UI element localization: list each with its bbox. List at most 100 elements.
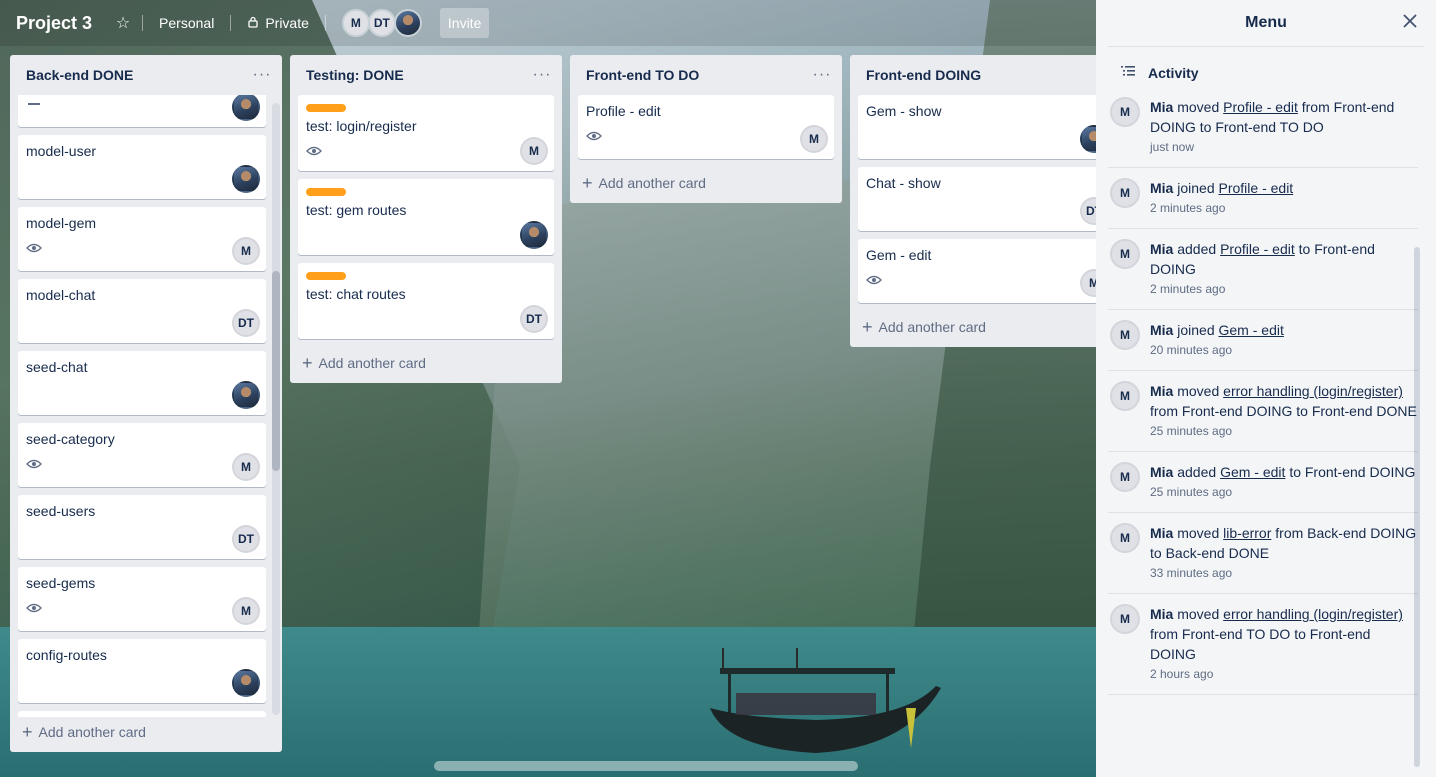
member-avatar[interactable]: M — [341, 9, 370, 37]
card-member-avatar: M — [520, 137, 548, 165]
activity-timestamp[interactable]: 33 minutes ago — [1150, 563, 1418, 583]
card[interactable]: seed-category M — [18, 423, 266, 487]
card[interactable]: Chat - show DT — [858, 167, 1096, 231]
member-avatar[interactable]: DT — [367, 9, 396, 37]
list-menu-icon[interactable]: ··· — [250, 66, 274, 84]
activity-timestamp[interactable]: just now — [1150, 137, 1418, 157]
card-member-avatar: M — [232, 597, 260, 625]
activity-timestamp[interactable]: 20 minutes ago — [1150, 340, 1284, 360]
card[interactable]: Gem - show — [858, 95, 1096, 159]
plus-icon: + — [862, 317, 873, 337]
card-member-avatar — [232, 95, 260, 121]
activity-card-link[interactable]: error handling (login/register) — [1223, 383, 1403, 399]
menu-scrollbar[interactable] — [1414, 247, 1420, 767]
visibility-label: Private — [265, 15, 309, 31]
activity-timestamp[interactable]: 2 hours ago — [1150, 664, 1418, 684]
eye-icon — [306, 146, 322, 163]
list-menu-icon[interactable]: ··· — [810, 66, 834, 84]
card-title: model-gem — [26, 215, 97, 231]
card-title: seed-chat — [26, 359, 88, 375]
add-card-button[interactable]: + Add another card — [850, 311, 1096, 347]
card[interactable]: test: login/register M — [298, 95, 554, 171]
activity-timestamp[interactable]: 2 minutes ago — [1150, 198, 1293, 218]
activity-timestamp[interactable]: 25 minutes ago — [1150, 482, 1415, 502]
invite-button[interactable]: Invite — [439, 8, 490, 38]
workspace-button[interactable]: Personal — [151, 9, 222, 37]
card[interactable]: test: chat routes DT — [298, 263, 554, 339]
activity-card-link[interactable]: Profile - edit — [1220, 241, 1295, 257]
activity-item: M Mia moved error handling (login/regist… — [1108, 594, 1418, 695]
card-member-avatar: DT — [232, 309, 260, 337]
card[interactable]: model-chat DT — [18, 279, 266, 343]
activity-user[interactable]: Mia — [1150, 322, 1173, 338]
activity-timestamp[interactable]: 2 minutes ago — [1150, 279, 1418, 299]
visibility-button[interactable]: Private — [239, 9, 317, 37]
list-scrollbar-thumb[interactable] — [272, 271, 280, 471]
card-member-avatar — [232, 669, 260, 697]
activity-user[interactable]: Mia — [1150, 383, 1173, 399]
activity-card-link[interactable]: lib-error — [1223, 525, 1271, 541]
close-icon[interactable] — [1402, 13, 1422, 33]
activity-avatar[interactable]: M — [1110, 381, 1140, 411]
eye-icon — [586, 131, 602, 148]
activity-item: M Mia added Gem - edit to Front-end DOIN… — [1108, 452, 1418, 513]
add-card-button[interactable]: + Add another card — [570, 167, 842, 203]
board-title[interactable]: Project 3 — [16, 13, 92, 34]
activity-card-link[interactable]: Gem - edit — [1219, 322, 1284, 338]
card[interactable]: seed-users DT — [18, 495, 266, 559]
card-title: Chat - show — [866, 175, 941, 191]
list-title[interactable]: Testing: DONE — [306, 67, 404, 83]
member-avatar-photo[interactable] — [393, 9, 422, 37]
activity-avatar[interactable]: M — [1110, 97, 1140, 127]
card[interactable]: model-gem M — [18, 207, 266, 271]
card-title: model-user — [26, 143, 97, 159]
card[interactable]: Gem - edit M — [858, 239, 1096, 303]
card[interactable] — [18, 95, 266, 127]
activity-avatar[interactable]: M — [1110, 523, 1140, 553]
activity-card-link[interactable]: error handling (login/register) — [1223, 606, 1403, 622]
card-member-avatar: DT — [232, 525, 260, 553]
list-title[interactable]: Front-end TO DO — [586, 67, 699, 83]
activity-header: Activity — [1108, 47, 1424, 87]
activity-timestamp[interactable]: 25 minutes ago — [1150, 421, 1418, 441]
list-front-end-to-do: Front-end TO DO ··· Profile - edit M + A… — [570, 55, 842, 203]
activity-user[interactable]: Mia — [1150, 525, 1173, 541]
list-title[interactable]: Front-end DOING — [866, 67, 981, 83]
activity-card-link[interactable]: Gem - edit — [1220, 464, 1285, 480]
list-testing-done: Testing: DONE ··· test: login/register M… — [290, 55, 562, 383]
card-member-avatar: M — [232, 237, 260, 265]
card[interactable]: Profile - edit M — [578, 95, 834, 159]
card-label-orange — [306, 272, 346, 280]
add-card-button[interactable]: + Add another card — [290, 347, 562, 383]
activity-avatar[interactable]: M — [1110, 239, 1140, 269]
activity-avatar[interactable]: M — [1110, 178, 1140, 208]
card-title: seed-category — [26, 431, 115, 447]
activity-user[interactable]: Mia — [1150, 99, 1173, 115]
activity-card-link[interactable]: Profile - edit — [1219, 180, 1294, 196]
eye-icon — [26, 603, 42, 620]
activity-user[interactable]: Mia — [1150, 606, 1173, 622]
activity-user[interactable]: Mia — [1150, 464, 1173, 480]
board-horizontal-scrollbar[interactable] — [434, 761, 858, 771]
card-member-avatar — [232, 165, 260, 193]
activity-user[interactable]: Mia — [1150, 180, 1173, 196]
activity-avatar[interactable]: M — [1110, 604, 1140, 634]
list-cards-scroll[interactable]: model-user model-gem M model-chat DT see… — [10, 95, 282, 717]
list-title[interactable]: Back-end DONE — [26, 67, 133, 83]
card-title: test: chat routes — [306, 286, 406, 302]
activity-title: Activity — [1148, 65, 1199, 81]
card-member-avatar — [1080, 125, 1096, 153]
card[interactable]: test: gem routes — [298, 179, 554, 255]
activity-avatar[interactable]: M — [1110, 320, 1140, 350]
activity-avatar[interactable]: M — [1110, 462, 1140, 492]
card[interactable]: config-routes — [18, 639, 266, 703]
list-menu-icon[interactable]: ··· — [530, 66, 554, 84]
activity-user[interactable]: Mia — [1150, 241, 1173, 257]
card[interactable]: seed-gems M — [18, 567, 266, 631]
star-icon[interactable]: ☆ — [112, 12, 134, 34]
activity-item: M Mia added Profile - edit to Front-end … — [1108, 229, 1418, 310]
card[interactable]: model-user — [18, 135, 266, 199]
add-card-button[interactable]: + Add another card — [10, 716, 156, 752]
card[interactable]: seed-chat — [18, 351, 266, 415]
activity-card-link[interactable]: Profile - edit — [1223, 99, 1298, 115]
